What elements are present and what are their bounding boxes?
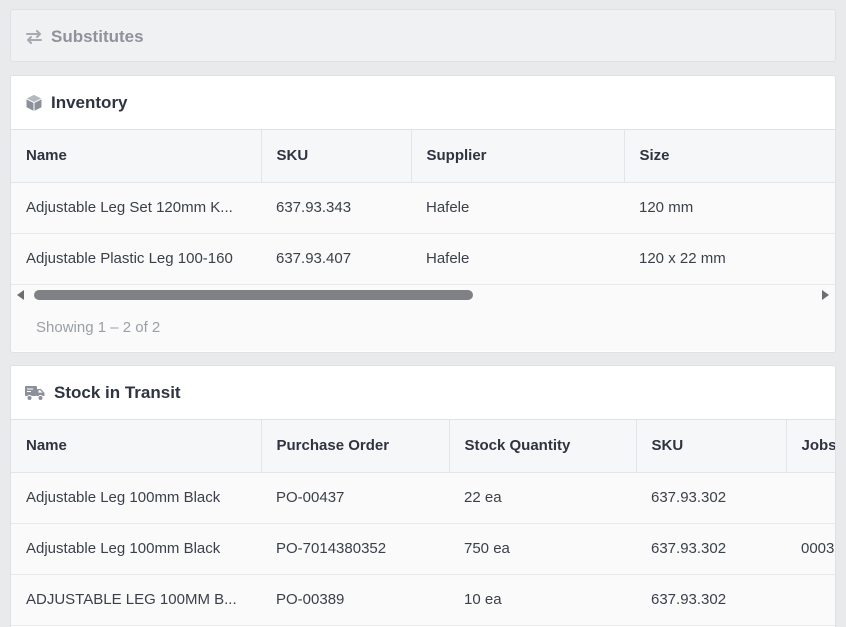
cell-supplier: Hafele xyxy=(411,182,624,234)
table-row[interactable]: Adjustable Leg 100mm Black PO-7014380352… xyxy=(11,523,835,575)
column-header-sku[interactable]: SKU xyxy=(636,420,787,473)
column-header-purchase-order[interactable]: Purchase Order xyxy=(261,420,450,473)
cell-sku: 637.93.302 xyxy=(636,574,786,626)
cell-stock-quantity: 10 ea xyxy=(449,574,636,626)
cell-size: 120 mm xyxy=(624,182,835,234)
table-row[interactable]: Adjustable Plastic Leg 100-160 637.93.40… xyxy=(11,233,835,285)
scroll-left-arrow-icon[interactable] xyxy=(17,289,24,300)
transit-header-row: Name Purchase Order Stock Quantity SKU J… xyxy=(11,420,835,473)
cell-supplier: Hafele xyxy=(411,233,624,285)
table-row[interactable]: Adjustable Leg Set 120mm K... 637.93.343… xyxy=(11,182,835,234)
column-header-sku[interactable]: SKU xyxy=(261,130,412,183)
inventory-header: Inventory xyxy=(11,76,835,130)
cell-purchase-order[interactable]: PO-00437 xyxy=(261,472,449,524)
cell-name: Adjustable Leg 100mm Black xyxy=(11,523,261,575)
column-header-name[interactable]: Name xyxy=(11,420,262,473)
column-header-stock-quantity[interactable]: Stock Quantity xyxy=(449,420,637,473)
cell-sku: 637.93.407 xyxy=(261,233,411,285)
cell-name: Adjustable Leg Set 120mm K... xyxy=(11,182,261,234)
cell-jobs xyxy=(786,574,835,626)
table-row[interactable]: ADJUSTABLE LEG 100MM B... PO-00389 10 ea… xyxy=(11,574,835,626)
cube-icon xyxy=(24,93,44,113)
column-header-supplier[interactable]: Supplier xyxy=(411,130,625,183)
column-header-jobs[interactable]: Jobs xyxy=(786,420,835,473)
swap-arrows-icon xyxy=(24,27,44,47)
cell-jobs: 0003 xyxy=(786,523,835,575)
inventory-header-row: Name SKU Supplier Size xyxy=(11,130,835,183)
table-row[interactable]: Adjustable Leg 100mm Black PO-00437 22 e… xyxy=(11,472,835,524)
cell-sku: 637.93.302 xyxy=(636,523,786,575)
cell-sku: 637.93.343 xyxy=(261,182,411,234)
cell-stock-quantity: 22 ea xyxy=(449,472,636,524)
cell-sku: 637.93.302 xyxy=(636,472,786,524)
cell-name: ADJUSTABLE LEG 100MM B... xyxy=(11,574,261,626)
substitutes-panel: Substitutes xyxy=(10,9,836,62)
substitutes-title: Substitutes xyxy=(51,26,144,46)
cell-stock-quantity: 750 ea xyxy=(449,523,636,575)
stock-in-transit-panel: Stock in Transit Name Purchase Order Sto… xyxy=(10,365,836,627)
inventory-table: Name SKU Supplier Size Adjustable Leg Se… xyxy=(11,130,835,285)
cell-purchase-order[interactable]: PO-7014380352 xyxy=(261,523,449,575)
column-header-size[interactable]: Size xyxy=(624,130,835,183)
horizontal-scrollbar[interactable] xyxy=(11,284,835,305)
substitutes-header[interactable]: Substitutes xyxy=(11,10,835,61)
inventory-title: Inventory xyxy=(51,92,128,112)
transit-table-wrap: Name Purchase Order Stock Quantity SKU J… xyxy=(11,420,835,626)
inventory-table-wrap: Name SKU Supplier Size Adjustable Leg Se… xyxy=(11,130,835,285)
transit-title: Stock in Transit xyxy=(54,382,181,402)
scrollbar-thumb[interactable] xyxy=(34,289,473,300)
cell-size: 120 x 22 mm xyxy=(624,233,835,285)
cell-name: Adjustable Leg 100mm Black xyxy=(11,472,261,524)
column-header-name[interactable]: Name xyxy=(11,130,262,183)
truck-icon xyxy=(24,383,46,403)
pagination-summary: Showing 1 – 2 of 2 xyxy=(11,304,835,351)
transit-table: Name Purchase Order Stock Quantity SKU J… xyxy=(11,420,835,626)
cell-purchase-order[interactable]: PO-00389 xyxy=(261,574,449,626)
cell-jobs xyxy=(786,472,835,524)
inventory-panel: Inventory Name SKU Supplier Size Adjusta… xyxy=(10,75,836,353)
cell-name: Adjustable Plastic Leg 100-160 xyxy=(11,233,261,285)
scroll-right-arrow-icon[interactable] xyxy=(822,289,829,300)
transit-header: Stock in Transit xyxy=(11,366,835,420)
